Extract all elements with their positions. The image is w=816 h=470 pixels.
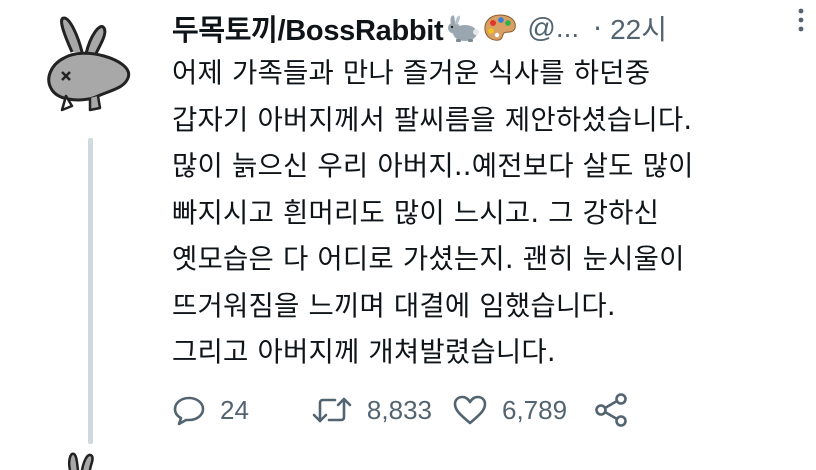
- tweet-text-line: 많이 늙으신 우리 아버지..예전보다 살도 많이: [172, 150, 694, 182]
- author-display-name[interactable]: 두목토끼/BossRabbit: [172, 7, 444, 49]
- rabbit-icon: [446, 13, 480, 43]
- like-button[interactable]: 6,789: [452, 394, 567, 426]
- reply-button[interactable]: 24: [172, 394, 249, 426]
- share-button[interactable]: [593, 393, 631, 427]
- tweet-text: 어제 가족들과 만나 즐거운 식사를 하던중 갑자기 아버지께서 팔씨름을 제안…: [172, 50, 800, 376]
- reply-count: 24: [220, 394, 249, 425]
- tweet-text-line: 어제 가족들과 만나 즐거운 식사를 하던중: [172, 57, 651, 89]
- like-count: 6,789: [502, 394, 568, 425]
- retweet-count: 8,833: [366, 394, 432, 425]
- tweet-text-line: 뜨거워짐을 느끼며 대결에 임했습니다.: [172, 289, 616, 322]
- author-handle[interactable]: @...: [527, 12, 579, 44]
- tweet-text-line: 빠지시고 흰머리도 많이 느시고. 그 강하신: [172, 196, 660, 229]
- retweet-icon: [312, 397, 352, 423]
- tweet-header: 두목토끼/BossRabbit @... · 22시: [172, 6, 792, 50]
- tweet-text-line: 그리고 아버지께 개쳐발렸습니다.: [172, 336, 556, 368]
- palette-icon: [483, 13, 517, 43]
- avatar[interactable]: [28, 12, 136, 120]
- next-avatar[interactable]: [60, 446, 110, 470]
- header-separator: ·: [593, 11, 603, 45]
- tweet-text-line: 옛모습은 다 어디로 가셨는지. 괜히 눈시울이: [172, 243, 685, 275]
- thread-line: [88, 138, 93, 444]
- retweet-button[interactable]: 8,833: [311, 394, 432, 426]
- tweet-timestamp[interactable]: 22시: [610, 8, 667, 48]
- share-icon: [595, 393, 627, 427]
- tweet-text-line: 갑자기 아버지께서 팔씨름을 제안하셨습니다.: [172, 103, 693, 136]
- reply-icon: [173, 396, 205, 426]
- tweet-actions: 24 8,833 6,789: [172, 388, 631, 432]
- heart-icon: [453, 395, 487, 425]
- more-icon[interactable]: [794, 6, 808, 36]
